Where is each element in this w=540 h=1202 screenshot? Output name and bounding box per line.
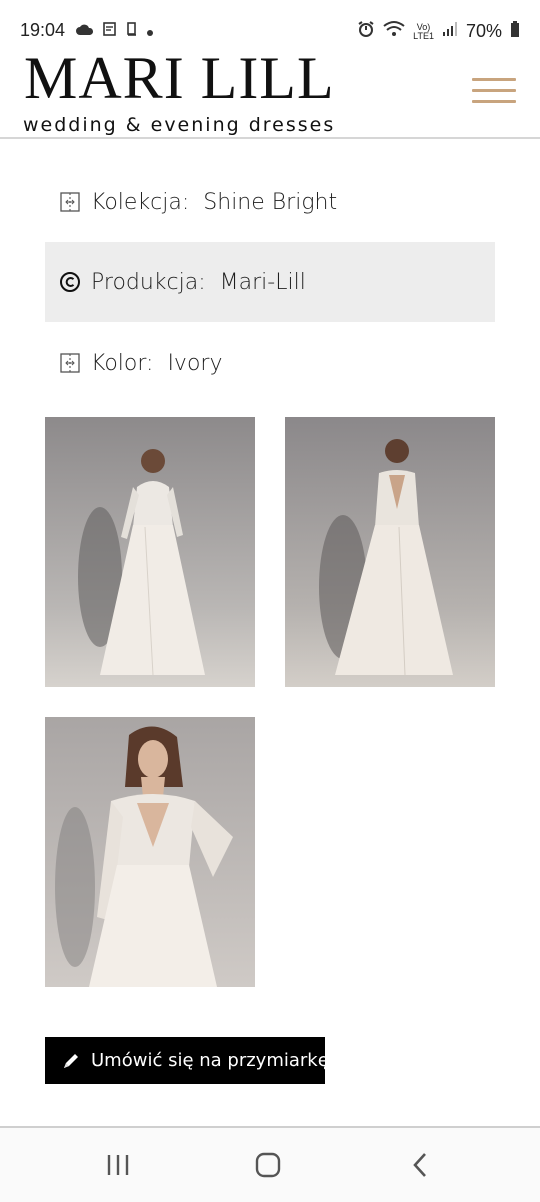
notes-icon (102, 21, 118, 41)
attribute-value-color: Ivory (167, 350, 223, 376)
volte-icon: Vo) LTE1 (413, 22, 434, 41)
cloud-icon (76, 22, 94, 41)
header-divider (0, 137, 540, 139)
attribute-value-production: Mari-Lill (219, 269, 306, 295)
sim-icon (126, 21, 138, 41)
status-time: 19:04 (20, 20, 66, 40)
menu-line-bottom (472, 100, 516, 103)
dress-back-view[interactable] (285, 417, 495, 687)
copyright-icon (59, 271, 81, 293)
status-left-icons (76, 21, 154, 41)
attribute-row-produkcja: Produkcja: Mari-Lill (45, 242, 495, 322)
network-label: LTE1 (413, 30, 434, 41)
home-icon[interactable] (248, 1148, 288, 1182)
attribute-label: Kolor: (91, 350, 154, 376)
split-square-icon (59, 352, 81, 374)
dress-front-view[interactable] (45, 417, 255, 687)
split-square-icon (59, 191, 81, 213)
attribute-value-collection: Shine Bright (203, 189, 338, 215)
hamburger-menu-icon[interactable] (470, 74, 520, 108)
brand-tagline: wedding & evening dresses (23, 114, 336, 136)
dot-icon (146, 22, 154, 41)
menu-line-middle (472, 89, 516, 92)
status-right-group: Vo) LTE1 70% (357, 20, 520, 43)
attribute-label: Produkcja: (91, 269, 206, 295)
wifi-icon (383, 20, 405, 43)
system-nav-bar (0, 1126, 540, 1202)
menu-line-top (472, 78, 516, 81)
battery-label: 70% (465, 21, 502, 41)
back-icon[interactable] (400, 1148, 440, 1182)
battery-icon (510, 20, 520, 43)
attribute-row-kolor: Kolor: Ivory (45, 323, 495, 403)
attribute-label: Kolekcja: (91, 189, 190, 215)
book-fitting-button[interactable]: Umówić się na przymiarkę (45, 1037, 329, 1084)
brand-logo[interactable]: MARI LILL (24, 46, 335, 110)
attribute-row-kolekcja: Kolekcja: Shine Bright (45, 162, 495, 242)
pen-icon (61, 1051, 81, 1071)
dress-closeup-view[interactable] (45, 717, 255, 987)
alarm-icon (357, 20, 375, 43)
signal-icon (442, 21, 458, 42)
book-fitting-label: Umówić się na przymiarkę (91, 1050, 329, 1071)
recent-apps-icon[interactable] (98, 1148, 138, 1182)
